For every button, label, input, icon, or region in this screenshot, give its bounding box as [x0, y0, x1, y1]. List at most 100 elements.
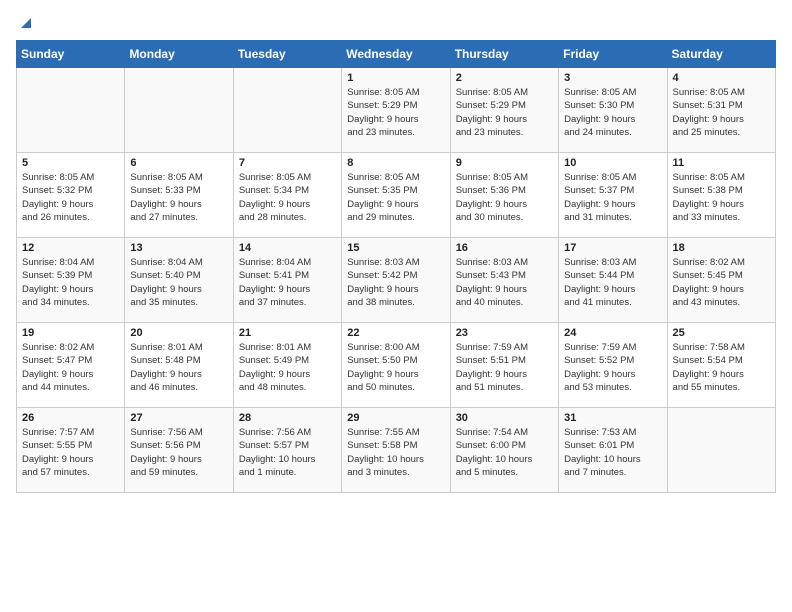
day-number: 20 [130, 327, 227, 339]
day-content: Sunrise: 8:04 AM Sunset: 5:41 PM Dayligh… [239, 256, 336, 309]
day-number: 27 [130, 412, 227, 424]
day-content: Sunrise: 8:05 AM Sunset: 5:31 PM Dayligh… [673, 86, 770, 139]
day-number: 3 [564, 72, 661, 84]
weekday-header-monday: Monday [125, 41, 233, 68]
calendar-cell [667, 408, 775, 493]
calendar-header: SundayMondayTuesdayWednesdayThursdayFrid… [17, 41, 776, 68]
day-number: 29 [347, 412, 444, 424]
calendar-cell: 2 Sunrise: 8:05 AM Sunset: 5:29 PM Daylig… [450, 68, 558, 153]
day-content: Sunrise: 7:57 AM Sunset: 5:55 PM Dayligh… [22, 426, 119, 479]
calendar-cell: 23Sunrise: 7:59 AM Sunset: 5:51 PM Dayli… [450, 323, 558, 408]
calendar-cell: 25 Sunrise: 7:58 AM Sunset: 5:54 PM Dayli… [667, 323, 775, 408]
day-content: Sunrise: 8:00 AM Sunset: 5:50 PM Dayligh… [347, 341, 444, 394]
calendar-table: SundayMondayTuesdayWednesdayThursdayFrid… [16, 40, 776, 493]
weekday-header-tuesday: Tuesday [233, 41, 341, 68]
calendar-cell: 26Sunrise: 7:57 AM Sunset: 5:55 PM Dayli… [17, 408, 125, 493]
day-content: Sunrise: 7:54 AM Sunset: 6:00 PM Dayligh… [456, 426, 553, 479]
weekday-header-sunday: Sunday [17, 41, 125, 68]
calendar-cell: 16 Sunrise: 8:03 AM Sunset: 5:43 PM Dayli… [450, 238, 558, 323]
day-number: 2 [456, 72, 553, 84]
calendar-cell: 12 Sunrise: 8:04 AM Sunset: 5:39 PM Dayli… [17, 238, 125, 323]
day-content: Sunrise: 7:56 AM Sunset: 5:56 PM Dayligh… [130, 426, 227, 479]
day-content: Sunrise: 8:03 AM Sunset: 5:42 PM Dayligh… [347, 256, 444, 309]
day-number: 9 [456, 157, 553, 169]
day-content: Sunrise: 7:58 AM Sunset: 5:54 PM Dayligh… [673, 341, 770, 394]
day-content: Sunrise: 8:03 AM Sunset: 5:43 PM Dayligh… [456, 256, 553, 309]
calendar-cell: 14Sunrise: 8:04 AM Sunset: 5:41 PM Dayli… [233, 238, 341, 323]
calendar-cell: 10 Sunrise: 8:05 AM Sunset: 5:37 PM Dayli… [559, 153, 667, 238]
calendar-cell: 27 Sunrise: 7:56 AM Sunset: 5:56 PM Dayli… [125, 408, 233, 493]
day-content: Sunrise: 8:05 AM Sunset: 5:35 PM Dayligh… [347, 171, 444, 224]
calendar-cell: 11 Sunrise: 8:05 AM Sunset: 5:38 PM Dayli… [667, 153, 775, 238]
logo-general [16, 16, 33, 30]
weekday-header-saturday: Saturday [667, 41, 775, 68]
day-number: 7 [239, 157, 336, 169]
day-content: Sunrise: 8:05 AM Sunset: 5:37 PM Dayligh… [564, 171, 661, 224]
day-content: Sunrise: 8:01 AM Sunset: 5:49 PM Dayligh… [239, 341, 336, 394]
day-number: 19 [22, 327, 119, 339]
day-number: 28 [239, 412, 336, 424]
day-content: Sunrise: 8:04 AM Sunset: 5:40 PM Dayligh… [130, 256, 227, 309]
page-header [16, 16, 776, 30]
day-number: 10 [564, 157, 661, 169]
calendar-cell: 4 Sunrise: 8:05 AM Sunset: 5:31 PM Daylig… [667, 68, 775, 153]
calendar-week-row: 26Sunrise: 7:57 AM Sunset: 5:55 PM Dayli… [17, 408, 776, 493]
calendar-cell: 24 Sunrise: 7:59 AM Sunset: 5:52 PM Dayli… [559, 323, 667, 408]
calendar-cell: 1 Sunrise: 8:05 AM Sunset: 5:29 PM Daylig… [342, 68, 450, 153]
day-number: 4 [673, 72, 770, 84]
day-number: 15 [347, 242, 444, 254]
day-number: 6 [130, 157, 227, 169]
day-number: 12 [22, 242, 119, 254]
day-number: 13 [130, 242, 227, 254]
day-content: Sunrise: 8:02 AM Sunset: 5:47 PM Dayligh… [22, 341, 119, 394]
day-number: 25 [673, 327, 770, 339]
calendar-cell: 29 Sunrise: 7:55 AM Sunset: 5:58 PM Dayli… [342, 408, 450, 493]
calendar-week-row: 19 Sunrise: 8:02 AM Sunset: 5:47 PM Dayli… [17, 323, 776, 408]
calendar-week-row: 5Sunrise: 8:05 AM Sunset: 5:32 PM Daylig… [17, 153, 776, 238]
logo-triangle-icon [17, 14, 33, 30]
weekday-row: SundayMondayTuesdayWednesdayThursdayFrid… [17, 41, 776, 68]
weekday-header-friday: Friday [559, 41, 667, 68]
day-content: Sunrise: 8:01 AM Sunset: 5:48 PM Dayligh… [130, 341, 227, 394]
calendar-cell: 8 Sunrise: 8:05 AM Sunset: 5:35 PM Daylig… [342, 153, 450, 238]
calendar-body: 1 Sunrise: 8:05 AM Sunset: 5:29 PM Daylig… [17, 68, 776, 493]
calendar-cell: 31Sunrise: 7:53 AM Sunset: 6:01 PM Dayli… [559, 408, 667, 493]
day-number: 31 [564, 412, 661, 424]
calendar-cell: 7Sunrise: 8:05 AM Sunset: 5:34 PM Daylig… [233, 153, 341, 238]
calendar-cell: 6 Sunrise: 8:05 AM Sunset: 5:33 PM Daylig… [125, 153, 233, 238]
calendar-week-row: 12 Sunrise: 8:04 AM Sunset: 5:39 PM Dayli… [17, 238, 776, 323]
calendar-cell: 17 Sunrise: 8:03 AM Sunset: 5:44 PM Dayli… [559, 238, 667, 323]
calendar-cell: 9Sunrise: 8:05 AM Sunset: 5:36 PM Daylig… [450, 153, 558, 238]
day-number: 17 [564, 242, 661, 254]
day-content: Sunrise: 7:56 AM Sunset: 5:57 PM Dayligh… [239, 426, 336, 479]
calendar-cell [125, 68, 233, 153]
day-number: 21 [239, 327, 336, 339]
day-number: 8 [347, 157, 444, 169]
day-number: 16 [456, 242, 553, 254]
day-number: 24 [564, 327, 661, 339]
day-content: Sunrise: 8:05 AM Sunset: 5:33 PM Dayligh… [130, 171, 227, 224]
day-content: Sunrise: 8:02 AM Sunset: 5:45 PM Dayligh… [673, 256, 770, 309]
day-content: Sunrise: 7:55 AM Sunset: 5:58 PM Dayligh… [347, 426, 444, 479]
day-content: Sunrise: 8:03 AM Sunset: 5:44 PM Dayligh… [564, 256, 661, 309]
logo [16, 16, 33, 30]
calendar-cell: 20 Sunrise: 8:01 AM Sunset: 5:48 PM Dayli… [125, 323, 233, 408]
calendar-cell [233, 68, 341, 153]
day-content: Sunrise: 8:05 AM Sunset: 5:38 PM Dayligh… [673, 171, 770, 224]
calendar-cell: 3Sunrise: 8:05 AM Sunset: 5:30 PM Daylig… [559, 68, 667, 153]
calendar-cell: 21 Sunrise: 8:01 AM Sunset: 5:49 PM Dayli… [233, 323, 341, 408]
day-number: 30 [456, 412, 553, 424]
day-number: 5 [22, 157, 119, 169]
calendar-week-row: 1 Sunrise: 8:05 AM Sunset: 5:29 PM Daylig… [17, 68, 776, 153]
day-number: 18 [673, 242, 770, 254]
day-content: Sunrise: 8:05 AM Sunset: 5:29 PM Dayligh… [456, 86, 553, 139]
day-content: Sunrise: 8:04 AM Sunset: 5:39 PM Dayligh… [22, 256, 119, 309]
calendar-cell: 28 Sunrise: 7:56 AM Sunset: 5:57 PM Dayli… [233, 408, 341, 493]
calendar-cell: 5Sunrise: 8:05 AM Sunset: 5:32 PM Daylig… [17, 153, 125, 238]
day-content: Sunrise: 7:59 AM Sunset: 5:52 PM Dayligh… [564, 341, 661, 394]
day-number: 11 [673, 157, 770, 169]
day-number: 23 [456, 327, 553, 339]
day-content: Sunrise: 8:05 AM Sunset: 5:29 PM Dayligh… [347, 86, 444, 139]
calendar-cell: 19 Sunrise: 8:02 AM Sunset: 5:47 PM Dayli… [17, 323, 125, 408]
day-number: 1 [347, 72, 444, 84]
